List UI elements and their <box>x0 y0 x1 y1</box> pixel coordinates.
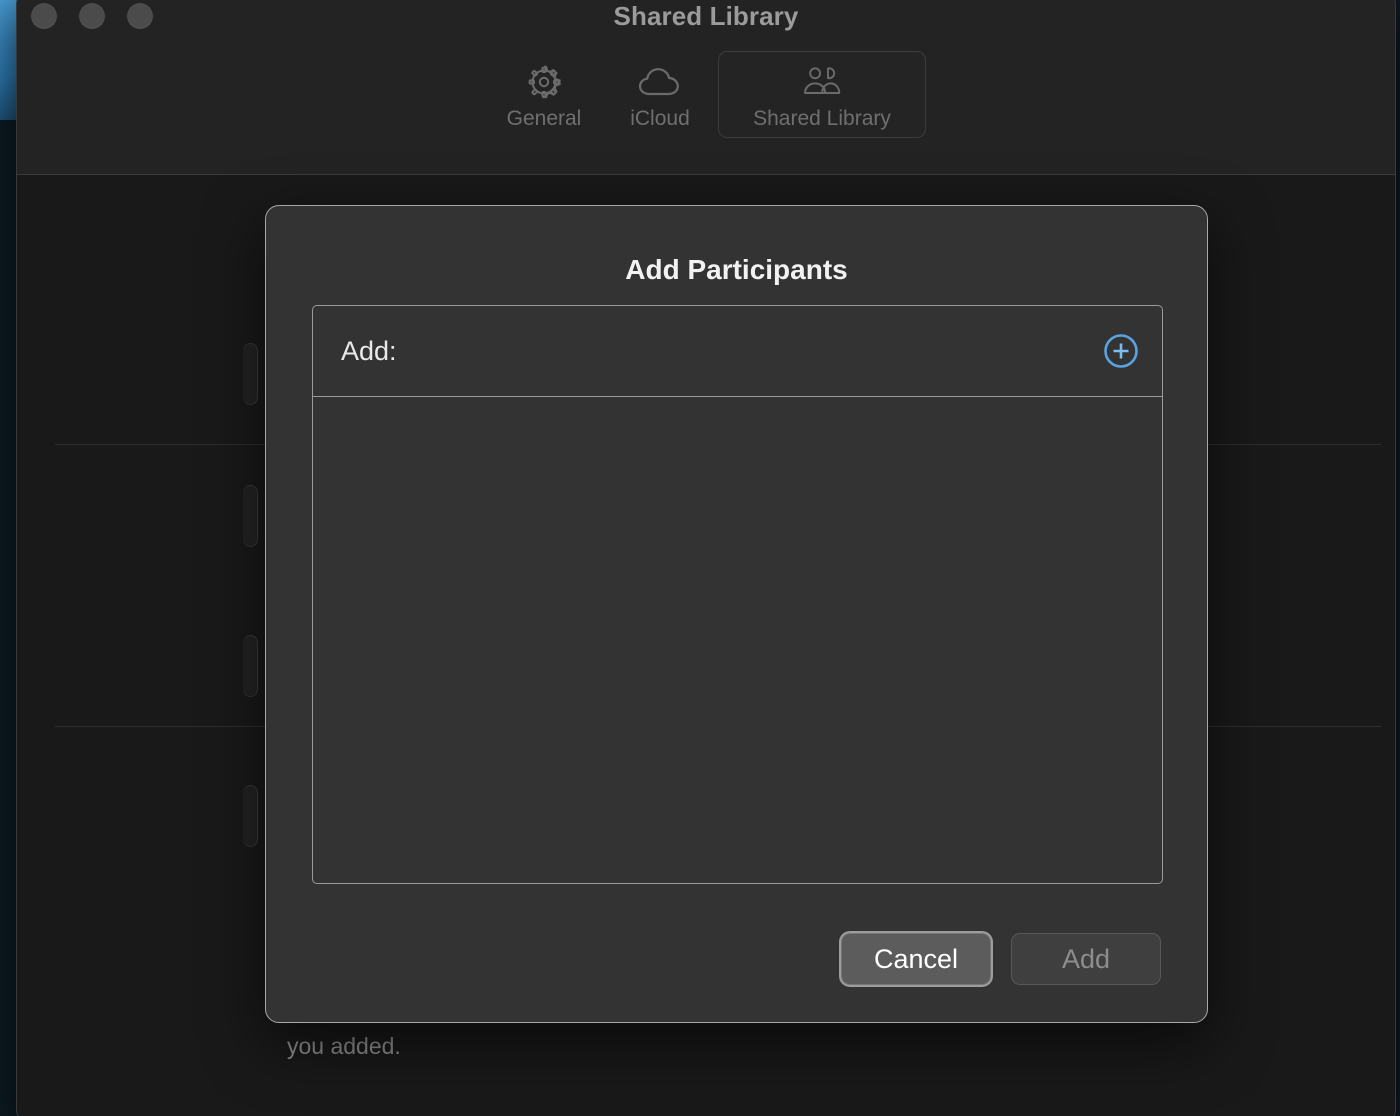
desktop-backdrop: Shared Library General iCloud Shared Lib… <box>0 0 1400 1116</box>
content-footnote: you added. <box>287 1033 401 1059</box>
preferences-window: Shared Library General iCloud Shared Lib… <box>16 0 1396 1116</box>
people-icon <box>800 62 844 102</box>
add-participants-dialog: Add Participants Add: Cancel Add <box>265 205 1208 1023</box>
avatar <box>243 343 258 405</box>
dialog-button-row: Cancel Add <box>841 933 1161 985</box>
add-field-label: Add: <box>341 335 397 366</box>
cancel-button[interactable]: Cancel <box>841 933 991 985</box>
toolbar-tab-shared-library-label: Shared Library <box>753 107 891 130</box>
toolbar-tab-general-label: General <box>506 107 582 130</box>
toolbar-tab-icloud[interactable]: iCloud <box>602 51 718 138</box>
toolbar-tab-shared-library[interactable]: Shared Library <box>718 51 926 138</box>
participants-list[interactable] <box>312 396 1163 884</box>
avatar <box>243 785 258 847</box>
avatar <box>243 635 258 697</box>
toolbar-tab-general[interactable]: General <box>486 51 602 138</box>
window-titlebar: Shared Library General iCloud Shared Lib… <box>17 0 1395 175</box>
add-button: Add <box>1011 933 1161 985</box>
cloud-icon <box>638 62 682 102</box>
toolbar-tab-icloud-label: iCloud <box>630 107 690 130</box>
plus-circle-icon[interactable] <box>1102 332 1140 370</box>
dialog-title: Add Participants <box>625 254 848 285</box>
avatar <box>243 485 258 547</box>
toolbar-tab-bar: General iCloud Shared Library <box>17 51 1395 138</box>
window-title: Shared Library <box>613 1 799 31</box>
gear-icon <box>522 62 566 102</box>
add-participants-field[interactable]: Add: <box>312 305 1163 397</box>
